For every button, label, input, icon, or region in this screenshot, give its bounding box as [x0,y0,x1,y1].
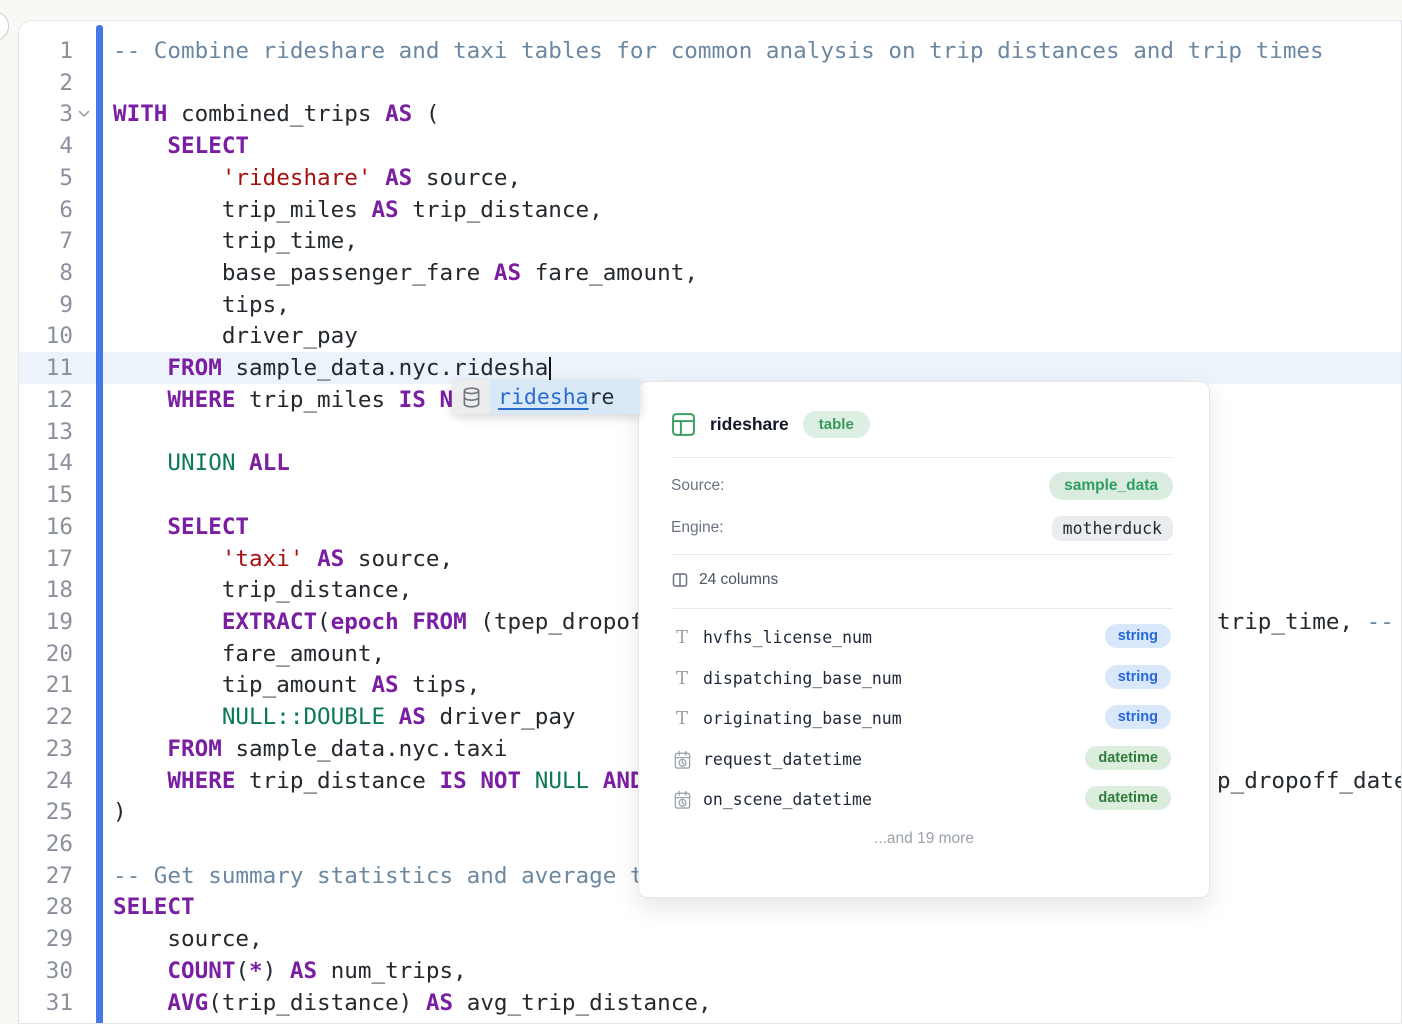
divider [671,457,1173,458]
source-value-badge: sample_data [1049,472,1173,500]
line-number: 15 [25,479,73,511]
engine-value-badge: motherduck [1052,516,1173,541]
columns-icon [671,571,689,589]
column-row: request_datetime datetime [671,745,1171,775]
code-line: 1-- Combine rideshare and taxi tables fo… [19,35,1401,67]
line-number: 20 [25,638,73,670]
source-row: Source: sample_data [671,470,1173,502]
line-number: 24 [25,765,73,797]
line-number: 5 [25,162,73,194]
column-name: on_scene_datetime [703,785,872,815]
table-type-badge: table [803,411,870,438]
line-number: 31 [25,987,73,1019]
source-label: Source: [671,477,724,495]
autocomplete-match-text: ridesha [498,385,589,410]
app-screen: 1-- Combine rideshare and taxi tables fo… [0,0,1402,1024]
column-type-badge: string [1105,624,1171,648]
string-type-icon: T [676,667,688,691]
line-number: 7 [25,225,73,257]
code-line: 5 'rideshare' AS source, [19,162,1401,194]
column-type-badge: datetime [1085,786,1171,810]
fold-chevron-down-icon[interactable] [75,98,93,130]
line-number: 22 [25,701,73,733]
line-number: 2 [25,67,73,99]
code-line: 2 [19,67,1401,99]
editor-accent-bar [96,25,103,1024]
line-number: 9 [25,289,73,321]
code-line: 30 COUNT(*) AS num_trips, [19,955,1401,987]
datetime-type-icon [673,790,692,810]
line-number: 29 [25,923,73,955]
table-info-card: rideshare table Source: sample_data Engi… [638,381,1210,898]
line-number: 17 [25,543,73,575]
line-number: 32 [25,1018,73,1024]
line-number: 30 [25,955,73,987]
engine-row: Engine: motherduck [671,512,1173,544]
text-cursor [549,357,551,381]
column-type-badge: string [1105,665,1171,689]
code-line: 6 trip_miles AS trip_distance, [19,194,1401,226]
column-type-badge: datetime [1085,746,1171,770]
line-number: 6 [25,194,73,226]
code-line: 7 trip_time, [19,225,1401,257]
line-number: 27 [25,860,73,892]
autocomplete-dropdown[interactable]: rideshare [452,380,640,414]
line-number: 8 [25,257,73,289]
line-number: 18 [25,574,73,606]
line-number: 14 [25,447,73,479]
datetime-type-icon [673,750,692,770]
code-line: 8 base_passenger_fare AS fare_amount, [19,257,1401,289]
database-icon [452,380,490,414]
divider [671,608,1173,609]
table-info-header: rideshare table [671,406,1173,442]
column-row: T originating_base_num string [671,704,1171,734]
line-number: 1 [25,35,73,67]
line-number: 23 [25,733,73,765]
line-number: 28 [25,891,73,923]
columns-count-text: 24 columns [699,571,778,589]
code-line: 32 AVG(trip_time) AS avg_trip_time, [19,1018,1401,1024]
code-line: 29 source, [19,923,1401,955]
line-number: 3 [25,98,73,130]
line-number: 11 [25,352,73,384]
edge-partial-button[interactable] [0,11,9,41]
code-line: 31 AVG(trip_distance) AS avg_trip_distan… [19,987,1401,1019]
column-name: hvfhs_license_num [703,623,872,653]
code-line: 10 driver_pay [19,320,1401,352]
line-number: 25 [25,796,73,828]
string-type-icon: T [676,707,688,731]
column-name: originating_base_num [703,704,902,734]
column-row: T dispatching_base_num string [671,664,1171,694]
line-number: 19 [25,606,73,638]
code-line: 3WITH combined_trips AS ( [19,98,1401,130]
divider [671,554,1173,555]
line-number: 10 [25,320,73,352]
line-number: 13 [25,416,73,448]
engine-label: Engine: [671,519,724,537]
code-line: 11 FROM sample_data.nyc.ridesha [19,352,1401,384]
column-row: on_scene_datetime datetime [671,785,1171,815]
autocomplete-option-rideshare[interactable]: rideshare [490,380,640,414]
line-number: 21 [25,669,73,701]
code-line: 4 SELECT [19,130,1401,162]
column-row: T hvfhs_license_num string [671,623,1171,653]
code-line: 9 tips, [19,289,1401,321]
column-name: dispatching_base_num [703,664,902,694]
table-icon [671,412,696,437]
autocomplete-rest-text: re [589,385,615,410]
columns-summary: 24 columns [671,566,778,594]
column-type-badge: string [1105,705,1171,729]
line-number: 12 [25,384,73,416]
more-columns-text: ...and 19 more [639,830,1209,848]
line-number: 26 [25,828,73,860]
string-type-icon: T [676,626,688,650]
table-name: rideshare [710,414,789,435]
column-name: request_datetime [703,745,862,775]
line-number: 4 [25,130,73,162]
line-number: 16 [25,511,73,543]
